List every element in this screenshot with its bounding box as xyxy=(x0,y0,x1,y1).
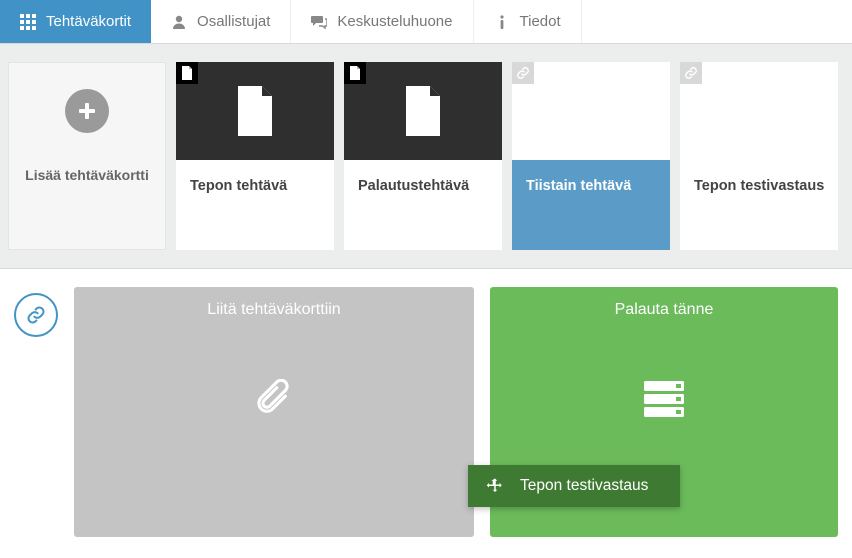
tab-label: Tehtäväkortit xyxy=(46,13,131,30)
plus-circle-icon xyxy=(65,89,109,133)
file-icon xyxy=(234,86,276,136)
panel-title: Palauta tänne xyxy=(615,301,714,319)
file-icon xyxy=(402,86,444,136)
link-badge-icon xyxy=(680,62,702,84)
task-card-tiistai[interactable]: Tiistain tehtävä xyxy=(512,62,670,250)
file-badge-icon xyxy=(344,62,366,84)
tab-discussion[interactable]: Keskusteluhuone xyxy=(291,0,473,43)
task-card-palautus[interactable]: Palautustehtävä xyxy=(344,62,502,250)
tab-label: Tiedot xyxy=(520,13,561,30)
card-thumb xyxy=(680,62,838,160)
card-label: Tepon tehtävä xyxy=(176,160,334,250)
panel-title: Liitä tehtäväkorttiin xyxy=(207,301,340,319)
user-icon xyxy=(171,14,187,30)
card-label: Palautustehtävä xyxy=(344,160,502,250)
tab-participants[interactable]: Osallistujat xyxy=(151,0,291,43)
dragged-item-label: Tepon testivastaus xyxy=(520,477,648,495)
card-thumb xyxy=(344,62,502,160)
grid-icon xyxy=(20,14,36,30)
card-strip: Lisää tehtäväkortti Tepon tehtävä Palaut… xyxy=(0,44,852,269)
link-icon xyxy=(26,305,46,325)
tab-info[interactable]: Tiedot xyxy=(474,0,582,43)
card-thumb xyxy=(512,62,670,160)
add-task-card[interactable]: Lisää tehtäväkortti xyxy=(8,62,166,250)
file-badge-icon xyxy=(176,62,198,84)
card-label: Lisää tehtäväkortti xyxy=(19,167,155,249)
card-label: Tiistain tehtävä xyxy=(512,160,670,250)
move-icon xyxy=(486,477,504,495)
card-label: Tepon testivastaus xyxy=(680,160,838,250)
card-thumb xyxy=(176,62,334,160)
drop-area: Liitä tehtäväkorttiin Palauta tänne Tepo… xyxy=(0,269,852,555)
comments-icon xyxy=(311,14,327,30)
tab-tasks[interactable]: Tehtäväkortit xyxy=(0,0,151,43)
tab-label: Keskusteluhuone xyxy=(337,13,452,30)
task-card-testivastaus[interactable]: Tepon testivastaus xyxy=(680,62,838,250)
task-card-tepon[interactable]: Tepon tehtävä xyxy=(176,62,334,250)
server-icon xyxy=(642,379,686,419)
link-badge-icon xyxy=(512,62,534,84)
link-bubble-button[interactable] xyxy=(14,293,58,337)
paperclip-icon xyxy=(257,379,291,419)
info-icon xyxy=(494,14,510,30)
attach-panel[interactable]: Liitä tehtäväkorttiin xyxy=(74,287,474,537)
tab-label: Osallistujat xyxy=(197,13,270,30)
return-panel[interactable]: Palauta tänne Tepon testivastaus xyxy=(490,287,838,537)
tab-bar: Tehtäväkortit Osallistujat Keskusteluhuo… xyxy=(0,0,852,44)
dragged-item[interactable]: Tepon testivastaus xyxy=(468,465,680,507)
